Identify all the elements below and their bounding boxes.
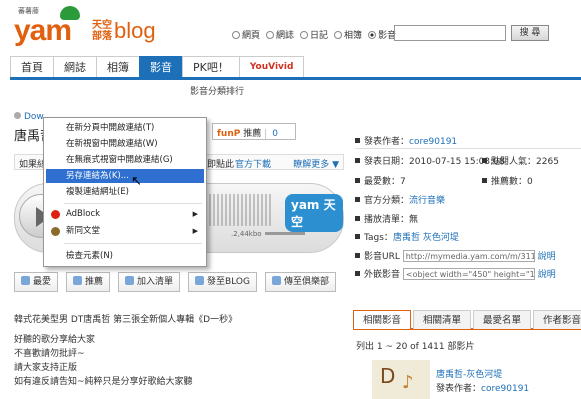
tab-home[interactable]: 首頁 — [10, 56, 54, 77]
add-list-button[interactable]: 加入清單 — [118, 272, 181, 292]
submenu-arrow-icon: ▶ — [192, 210, 198, 218]
club-icon — [271, 276, 281, 285]
yam-player-logo: yam 天空 — [285, 194, 343, 232]
yam-blog-logo[interactable]: 蕃薯藤 yam 天空部落 blog — [10, 6, 160, 50]
menu-open-incognito[interactable]: 在無痕式視窗中開啟連結(G) — [46, 153, 204, 167]
publisher-link[interactable]: core90191 — [409, 137, 457, 147]
logo-sky-text: 天空部落 — [92, 20, 112, 42]
waveform-graphic — [201, 194, 271, 226]
player-bitrate: .2,44kbo — [231, 230, 262, 238]
official-download-link[interactable]: 官方下載 — [235, 157, 271, 170]
adblock-icon — [51, 210, 60, 219]
embed-help-link[interactable]: 說明 — [538, 270, 556, 280]
tab-pk[interactable]: PK吧！ — [182, 56, 240, 77]
related-owner-link[interactable]: core90191 — [481, 384, 529, 394]
tab-favorite-users[interactable]: 最愛名單 — [473, 310, 532, 329]
tab-video[interactable]: 影音 — [139, 56, 183, 77]
download-icon — [14, 112, 21, 119]
info-views: 點閱人氣：2265 — [482, 154, 559, 167]
thumb-letter: D — [380, 364, 396, 388]
info-favorites: 最愛數：7 — [355, 174, 406, 187]
related-thumbnail[interactable]: D ♪ — [372, 360, 430, 399]
tab-album[interactable]: 相簿 — [96, 56, 140, 77]
info-publisher: 發表作者：core90191 — [355, 134, 457, 147]
desc-line: 好聽的歌分享給大家 — [14, 335, 96, 345]
desc-line: 不喜歡請勿批評~ — [14, 349, 85, 359]
menu-open-new-tab[interactable]: 在新分頁中開啟連結(T) — [46, 121, 204, 135]
subnav-video-ranking[interactable]: 影音分類排行 — [190, 84, 244, 97]
submenu-arrow-icon: ▶ — [192, 227, 198, 235]
favorite-button[interactable]: 最愛 — [14, 272, 59, 292]
logo-yam-text: yam — [14, 14, 72, 47]
download-link[interactable]: Dow — [14, 112, 44, 122]
desc-line: 韓式花美型男 DT唐禹哲 第三張全新個人專輯《D一秒》 — [14, 315, 238, 325]
music-note-icon: ♪ — [402, 372, 414, 393]
context-menu: 在新分頁中開啟連結(T) 在新視窗中開啟連結(W) 在無痕式視窗中開啟連結(G)… — [43, 117, 207, 267]
post-blog-button[interactable]: 發至BLOG — [188, 272, 257, 292]
tag-link[interactable]: 灰色河堤 — [423, 233, 459, 243]
mouse-cursor-icon: ↖ — [131, 174, 142, 189]
info-recommends: 推薦數：0 — [482, 174, 533, 187]
list-icon — [125, 276, 135, 285]
search-input[interactable] — [394, 25, 506, 41]
thumb-icon — [73, 276, 83, 285]
menu-inspect-element[interactable]: 檢查元素(N) — [46, 249, 204, 263]
info-tags: Tags：唐禹哲 灰色河堤 — [355, 230, 459, 243]
search-scope-radios: 網頁 網誌 日記 相簿 影音 — [232, 28, 396, 41]
tag-link[interactable]: 唐禹哲 — [393, 233, 420, 243]
funp-share-widget[interactable]: funP 推薦 0 — [212, 123, 296, 140]
recommend-button[interactable]: 推薦 — [66, 272, 111, 292]
radio-diary[interactable]: 日記 — [300, 28, 328, 41]
tab-related-videos[interactable]: 相關影音 — [353, 310, 412, 329]
logo-blog-text: blog — [114, 18, 156, 43]
learn-more-link[interactable]: 瞭解更多 ▼ — [293, 157, 339, 170]
info-url: 影音URL http://mymedia.yam.com/m/3118 說明 — [355, 249, 556, 262]
share-club-button[interactable]: 傳至俱樂部 — [264, 272, 336, 292]
video-actions: 最愛 推薦 加入清單 發至BLOG 傳至俱樂部 — [14, 272, 336, 292]
info-playlist: 播放清單：無 — [355, 212, 418, 225]
embed-code-field[interactable]: <object width="450" height="120 — [402, 268, 535, 280]
radio-web[interactable]: 網頁 — [232, 28, 260, 41]
info-category: 官方分類：流行音樂 — [355, 193, 445, 206]
tab-related-lists[interactable]: 相關清單 — [413, 310, 472, 329]
video-url-field[interactable]: http://mymedia.yam.com/m/3118 — [402, 250, 535, 262]
related-tabs: 相關影音 相關清單 最愛名單 作者影音 — [353, 310, 581, 330]
menu-adblock[interactable]: AdBlock ▶ — [46, 207, 204, 221]
heart-icon — [21, 276, 30, 285]
desc-line: 請大家支持正版 — [14, 363, 78, 373]
tab-author-videos[interactable]: 作者影音 — [533, 310, 581, 329]
menu-open-new-window[interactable]: 在新視窗中開啟連結(W) — [46, 137, 204, 151]
url-help-link[interactable]: 說明 — [538, 252, 556, 262]
related-item-title[interactable]: 唐禹哲-灰色河堤 — [436, 367, 502, 380]
menu-save-link-as[interactable]: 另存連結為(K)... — [46, 169, 204, 183]
menu-copy-link[interactable]: 複製連結網址(E) — [46, 185, 204, 199]
funp-count: 0 — [265, 129, 278, 139]
related-count: 列出 1 ~ 20 of 1411 部影片 — [356, 342, 475, 352]
radio-blog[interactable]: 網誌 — [266, 28, 294, 41]
tab-youvivid[interactable]: YouVivid — [238, 56, 305, 77]
radio-video[interactable]: 影音 — [368, 28, 396, 41]
main-nav: 首頁 網誌 相簿 影音 PK吧！ YouVivid — [10, 56, 581, 80]
tab-blog[interactable]: 網誌 — [53, 56, 97, 77]
volume-slider[interactable] — [265, 232, 305, 235]
blog-icon — [195, 276, 205, 285]
tongwentang-icon — [51, 227, 60, 236]
menu-new-tongwentang[interactable]: 新同文堂 ▶ — [46, 224, 204, 238]
radio-album[interactable]: 相簿 — [334, 28, 362, 41]
video-description: 韓式花美型男 DT唐禹哲 第三張全新個人專輯《D一秒》 好聽的歌分享給大家 不喜… — [14, 313, 237, 389]
related-item-owner: 發表作者：core90191 — [436, 384, 530, 394]
category-link[interactable]: 流行音樂 — [409, 196, 445, 206]
search-button[interactable]: 搜 尋 — [511, 25, 549, 41]
info-embed: 外嵌影音 <object width="450" height="120 說明 — [355, 267, 556, 280]
desc-line: 如有違反請告知~純粹只是分享好歌給大家聽 — [14, 377, 193, 387]
